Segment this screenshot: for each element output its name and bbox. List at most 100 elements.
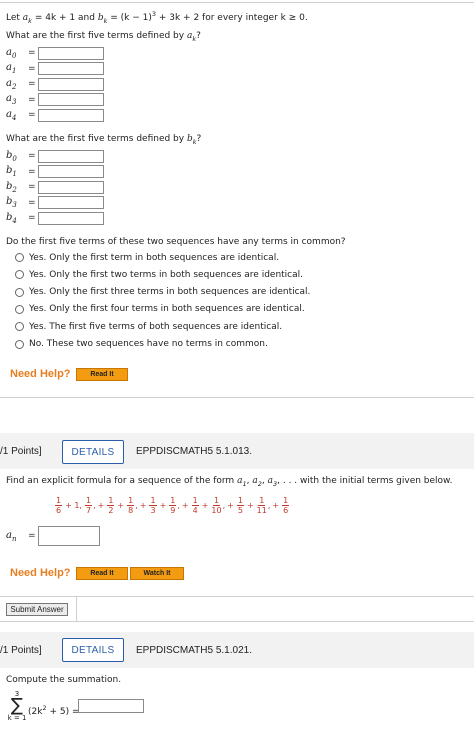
prompt-a-terms: What are the first five terms defined by…: [6, 31, 201, 43]
plus-separator: +: [181, 501, 189, 510]
a-term-input-4[interactable]: [38, 108, 104, 122]
sequence-comma: ,: [222, 501, 226, 510]
q2-points: /1 Points]: [0, 446, 42, 457]
a-term-label: a2: [6, 77, 17, 91]
option-1[interactable]: Yes. Only the first term in both sequenc…: [15, 251, 279, 264]
q2-problem-code: EPPDISCMATH5 5.1.013.: [136, 446, 252, 457]
divider-q3: [0, 621, 474, 622]
summation-symbol: 3 ∑ k = 1: [6, 690, 28, 722]
radio-button[interactable]: [15, 270, 24, 280]
option-6[interactable]: No. These two sequences have no terms in…: [15, 338, 268, 351]
option-2[interactable]: Yes. Only the first two terms in both se…: [15, 268, 303, 281]
q3-points: /1 Points]: [0, 645, 42, 656]
need-help-label: Need Help?: [10, 368, 71, 380]
sequence-fraction: 14: [191, 496, 199, 515]
sequence-fraction: 1 10: [211, 496, 222, 515]
q3-problem-code: EPPDISCMATH5 5.1.021.: [136, 645, 252, 656]
radio-button[interactable]: [15, 339, 24, 349]
sequence-comma: ,: [135, 501, 138, 510]
a-term-input-3[interactable]: [38, 93, 104, 106]
a-term-row-0: a0 =: [6, 46, 104, 60]
q2-answer-label: an: [6, 529, 17, 543]
sequence-fraction: 18: [127, 496, 135, 515]
plus-separator: +: [97, 501, 105, 510]
divider-q2: [0, 397, 474, 398]
submit-separator: [76, 597, 77, 621]
summation-lower: k = 1: [7, 714, 27, 722]
option-label: Yes. Only the first term in both sequenc…: [29, 252, 280, 263]
summation-expression: (2k2 + 5) =: [28, 704, 80, 717]
a-term-label: a4: [6, 108, 17, 122]
a-term-row-4: a4 =: [6, 108, 104, 122]
q2-watch-it-button[interactable]: Watch It: [130, 567, 184, 580]
a-term-label: a1: [6, 62, 17, 75]
plus-separator: +: [117, 501, 125, 510]
b-term-row-0: b0 =: [6, 149, 104, 163]
q2-need-help-label: Need Help?: [10, 567, 71, 579]
radio-button[interactable]: [15, 287, 24, 297]
option-4[interactable]: Yes. Only the first four terms in both s…: [15, 303, 305, 316]
sequence-comma: ,: [267, 501, 271, 510]
q2-read-it-button[interactable]: Read It: [76, 567, 128, 580]
a-term-equals: =: [28, 63, 36, 74]
option-3[interactable]: Yes. Only the first three terms in both …: [15, 286, 310, 299]
q2-prompt: Find an explicit formula for a sequence …: [6, 476, 453, 488]
b-term-row-1: b1 =: [6, 165, 104, 179]
b-term-equals: =: [28, 151, 36, 161]
q3-details-button[interactable]: DETAILS: [62, 638, 124, 662]
b-term-label: b0: [6, 149, 17, 163]
a-term-input-2[interactable]: [38, 77, 104, 91]
sequence-fraction: 13: [149, 496, 157, 515]
b-term-equals: =: [28, 213, 36, 223]
sequence-definition: Let ak = 4k + 1 and bk = (k − 1)3 + 3k +…: [6, 10, 308, 25]
sequence-fraction: 19: [169, 496, 177, 515]
top-divider: [0, 2, 474, 3]
option-label: No. These two sequences have no terms in…: [29, 339, 268, 349]
sequence-fraction: 12: [107, 496, 115, 515]
b-term-input-0[interactable]: [38, 149, 104, 163]
b-term-equals: =: [28, 182, 36, 192]
q2-sequence-terms: 1 6 + 1, 1 7, +1 2 +1 8, +1 3 +1 9, +1 4 +1 10, +1 5 +1 11, +…: [54, 496, 290, 515]
b-term-input-2[interactable]: [38, 180, 104, 194]
radio-button[interactable]: [15, 322, 24, 332]
option-label: Yes. Only the first three terms in both …: [29, 287, 311, 298]
b-term-input-4[interactable]: [38, 211, 104, 225]
b-term-input-1[interactable]: [38, 165, 104, 178]
a-term-row-2: a2 =: [6, 77, 104, 91]
q2-answer-input[interactable]: [38, 526, 100, 546]
option-label: Yes. The first five terms of both sequen…: [29, 321, 283, 332]
plus-separator: +: [246, 501, 254, 510]
plus-separator: +: [159, 501, 167, 510]
plus-separator: +: [272, 501, 280, 510]
b-term-label: b2: [6, 180, 17, 194]
b-term-label: b4: [6, 211, 17, 225]
a-term-input-0[interactable]: [38, 46, 104, 60]
sigma-glyph: ∑: [10, 695, 24, 716]
radio-button[interactable]: [15, 253, 24, 262]
option-label: Yes. Only the first two terms in both se…: [29, 269, 304, 280]
sequence-comma: ,: [93, 501, 96, 510]
divider-submit: [0, 596, 474, 597]
plus-separator: +: [201, 501, 209, 510]
sequence-fraction: 15: [236, 496, 244, 515]
q2-details-button[interactable]: DETAILS: [62, 440, 124, 464]
common-terms-prompt: Do the first five terms of these two seq…: [6, 237, 346, 247]
a-term-row-1: a1 =: [6, 62, 104, 76]
plus-one-separator: + 1,: [65, 501, 82, 510]
submit-answer-button[interactable]: Submit Answer: [6, 603, 68, 616]
q2-equals: =: [28, 531, 36, 541]
option-label: Yes. Only the first four terms in both s…: [29, 304, 305, 315]
b-term-input-3[interactable]: [38, 196, 104, 209]
a-term-label: a0: [6, 46, 17, 60]
radio-button[interactable]: [15, 304, 24, 314]
a-term-input-1[interactable]: [38, 62, 104, 75]
plus-separator: +: [227, 501, 234, 510]
sequence-fraction: 1 11: [256, 496, 267, 515]
b-term-row-2: b2 =: [6, 180, 104, 194]
b-term-equals: =: [28, 166, 36, 177]
read-it-button[interactable]: Read It: [76, 368, 128, 381]
option-5[interactable]: Yes. The first five terms of both sequen…: [15, 320, 282, 333]
q3-answer-input[interactable]: [78, 699, 144, 713]
b-term-equals: =: [28, 197, 36, 208]
sequence-comma: ,: [177, 501, 180, 510]
